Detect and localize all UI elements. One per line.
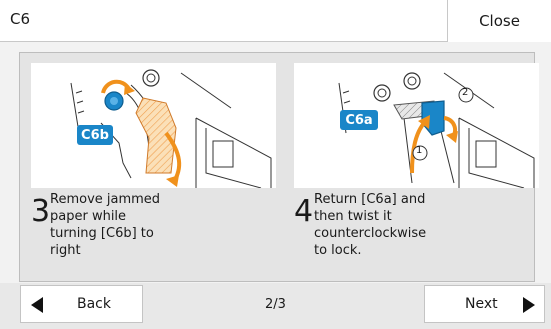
roller-icon (142, 69, 160, 87)
step-3-text: Remove jammed paper while turning [C6b] … (50, 192, 161, 258)
step-3-number: 3 (31, 194, 51, 229)
step-4-text: Return [C6a] and then twist it countercl… (314, 192, 427, 258)
next-button[interactable]: Next (424, 285, 545, 323)
title-bar: C6 Close (0, 0, 551, 42)
close-button[interactable]: Close (447, 0, 551, 42)
c6a-tag: C6a (340, 110, 378, 130)
step-circle-1: 1 (416, 145, 423, 156)
jam-removal-diagram-c6b (70, 69, 272, 189)
step-4-number: 4 (294, 194, 314, 229)
next-arrow-icon (523, 297, 535, 313)
screen-title: C6 (10, 10, 31, 28)
step-4-illustration: C6a 1 2 (294, 63, 539, 189)
next-button-label: Next (465, 296, 498, 312)
footer-nav: Back 2/3 Next (0, 283, 551, 329)
lock-lever-diagram-c6a (338, 72, 535, 189)
step-3-illustration: C6b (31, 63, 276, 189)
instruction-panel: C6b C6a 1 2 3 Remove jammed paper while … (19, 52, 539, 282)
c6b-tag: C6b (77, 125, 113, 145)
step-circle-2: 2 (462, 87, 469, 98)
